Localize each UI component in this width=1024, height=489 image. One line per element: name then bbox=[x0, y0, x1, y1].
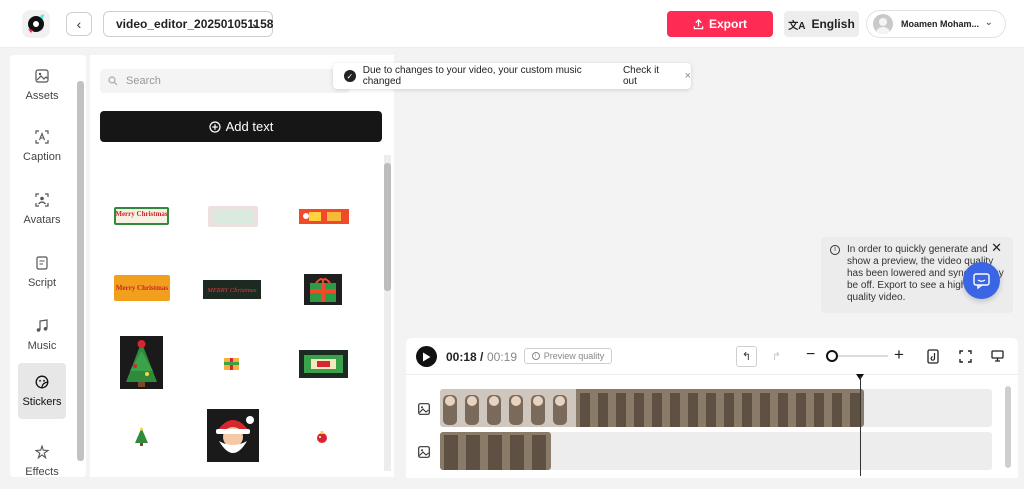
play-icon bbox=[423, 352, 431, 361]
sidebar-item-avatars[interactable]: Avatars bbox=[18, 181, 66, 237]
add-text-button[interactable]: Add text bbox=[100, 111, 382, 142]
zoom-in-button[interactable]: + bbox=[894, 345, 904, 365]
caption-icon bbox=[34, 129, 50, 145]
christmas-sale-sticker[interactable] bbox=[299, 350, 348, 378]
santa-claus-sticker[interactable] bbox=[207, 409, 259, 462]
christmas-gift-banner-sticker[interactable] bbox=[299, 207, 349, 225]
music-icon bbox=[34, 318, 50, 334]
sidebar-item-label: Music bbox=[27, 340, 57, 352]
sidebar-item-label: Avatars bbox=[23, 214, 61, 226]
image-icon bbox=[418, 403, 430, 415]
info-icon: i bbox=[830, 245, 840, 255]
merry-christmas-orange-sticker[interactable]: Merry Christmas bbox=[114, 275, 170, 301]
sidebar-item-stickers[interactable]: Stickers bbox=[18, 363, 66, 419]
search-icon bbox=[108, 76, 118, 86]
add-text-label: Add text bbox=[225, 119, 274, 134]
chat-icon bbox=[973, 272, 990, 289]
top-bar: ‹ video_editor_202501051158 ⌄ Export 文A … bbox=[0, 0, 1024, 48]
sidebar-item-caption[interactable]: Caption bbox=[18, 118, 66, 174]
playhead[interactable] bbox=[860, 376, 861, 476]
play-button[interactable] bbox=[416, 346, 437, 367]
christmas-tree-sticker[interactable] bbox=[120, 336, 163, 389]
script-icon bbox=[34, 255, 50, 271]
undo-icon: ↰ bbox=[741, 351, 752, 363]
gift-box-green-sticker[interactable] bbox=[304, 274, 342, 305]
sidebar-scrollbar[interactable] bbox=[77, 81, 84, 461]
app-logo[interactable] bbox=[22, 10, 50, 38]
zoom-slider-handle[interactable] bbox=[826, 350, 838, 362]
close-icon[interactable]: × bbox=[685, 70, 691, 82]
small-gift-sticker[interactable] bbox=[223, 353, 240, 371]
image-icon bbox=[418, 446, 430, 458]
back-button[interactable]: ‹ bbox=[66, 12, 92, 36]
preview-quality-button[interactable]: i Preview quality bbox=[524, 348, 612, 364]
project-name-dropdown[interactable]: video_editor_202501051158 ⌄ bbox=[103, 11, 273, 37]
avatar-clip[interactable] bbox=[440, 389, 864, 427]
export-label: Export bbox=[708, 17, 747, 31]
redo-icon: ↱ bbox=[771, 351, 782, 363]
user-menu[interactable]: Moamen Moham... ⌄ bbox=[866, 10, 1006, 38]
music-changed-toast: ✓ Due to changes to your video, your cus… bbox=[333, 63, 691, 89]
sidebar-item-label: Stickers bbox=[22, 396, 62, 408]
timeline-panel: 00:18 / 00:19 i Preview quality ↰ ↱ − + bbox=[406, 338, 1018, 478]
sidebar-item-music[interactable]: Music bbox=[18, 307, 66, 363]
sticker-text: Merry Christmas bbox=[115, 210, 168, 218]
sidebar-item-script[interactable]: Script bbox=[18, 244, 66, 300]
panel-scrollbar[interactable] bbox=[384, 163, 391, 291]
search-placeholder: Search bbox=[126, 75, 161, 87]
sidebar-item-label: Effects bbox=[25, 466, 59, 478]
sidebar-item-label: Caption bbox=[23, 151, 61, 163]
chevron-left-icon: ‹ bbox=[76, 16, 82, 32]
sticker-text: Merry Christmas bbox=[116, 284, 169, 292]
avatar bbox=[873, 14, 893, 34]
close-icon[interactable]: ✕ bbox=[991, 241, 1002, 254]
stickers-panel: Search Add text Merry Christmas Merry Ch… bbox=[90, 55, 394, 477]
plus-circle-icon bbox=[209, 120, 221, 133]
sidebar-item-assets[interactable]: Assets bbox=[18, 57, 66, 113]
total-time: 00:19 bbox=[487, 350, 518, 364]
language-button[interactable]: 文A English bbox=[784, 11, 859, 37]
fullscreen-icon[interactable] bbox=[956, 347, 974, 365]
redo-button[interactable]: ↱ bbox=[766, 346, 787, 367]
timeline-ruler bbox=[406, 374, 1018, 375]
current-time: 00:18 / bbox=[446, 350, 484, 364]
tiny-tree-sticker[interactable] bbox=[134, 427, 149, 447]
monitor-icon[interactable] bbox=[988, 347, 1006, 365]
sidebar-item-label: Script bbox=[27, 277, 57, 289]
export-button[interactable]: Export bbox=[667, 11, 773, 37]
sticker-icon bbox=[34, 374, 50, 390]
translate-icon: 文A bbox=[788, 20, 806, 32]
merry-christmas-dark-sticker[interactable]: MERRY Christmas bbox=[203, 280, 261, 299]
toast-message: Due to changes to your video, your custo… bbox=[362, 65, 582, 87]
chevron-down-icon: ⌄ bbox=[984, 17, 993, 28]
sidebar-item-label: Assets bbox=[25, 90, 59, 102]
sticker-text: MERRY Christmas bbox=[206, 287, 257, 294]
merry-christmas-red-sticker[interactable]: Merry Christmas bbox=[114, 205, 169, 226]
image-icon bbox=[34, 68, 50, 84]
effects-icon bbox=[34, 444, 50, 460]
language-label: English bbox=[811, 17, 855, 31]
upload-icon bbox=[693, 18, 704, 29]
ornament-sticker[interactable] bbox=[315, 430, 329, 444]
undo-button[interactable]: ↰ bbox=[736, 346, 757, 367]
info-icon: i bbox=[531, 352, 540, 360]
timeline-scrollbar[interactable] bbox=[1005, 386, 1011, 468]
tiktok-preview-icon[interactable] bbox=[924, 347, 942, 365]
check-it-out-link[interactable]: Check it out bbox=[623, 65, 675, 87]
chevron-down-icon: ⌄ bbox=[250, 18, 260, 30]
user-name: Moamen Moham... bbox=[901, 19, 980, 29]
background-clip[interactable] bbox=[440, 432, 551, 470]
sidebar: Assets Caption Avatars Script Music Stic… bbox=[10, 55, 86, 478]
zoom-out-button[interactable]: − bbox=[806, 346, 815, 364]
search-input[interactable]: Search bbox=[100, 69, 350, 93]
preview-quality-label: Preview quality bbox=[543, 351, 605, 361]
faded-christmas-sticker[interactable] bbox=[208, 205, 258, 228]
sidebar-item-effects[interactable]: Effects bbox=[18, 433, 66, 489]
check-circle-icon: ✓ bbox=[344, 70, 356, 82]
feedback-chat-button[interactable] bbox=[963, 262, 1000, 299]
avatar-icon bbox=[34, 192, 50, 208]
